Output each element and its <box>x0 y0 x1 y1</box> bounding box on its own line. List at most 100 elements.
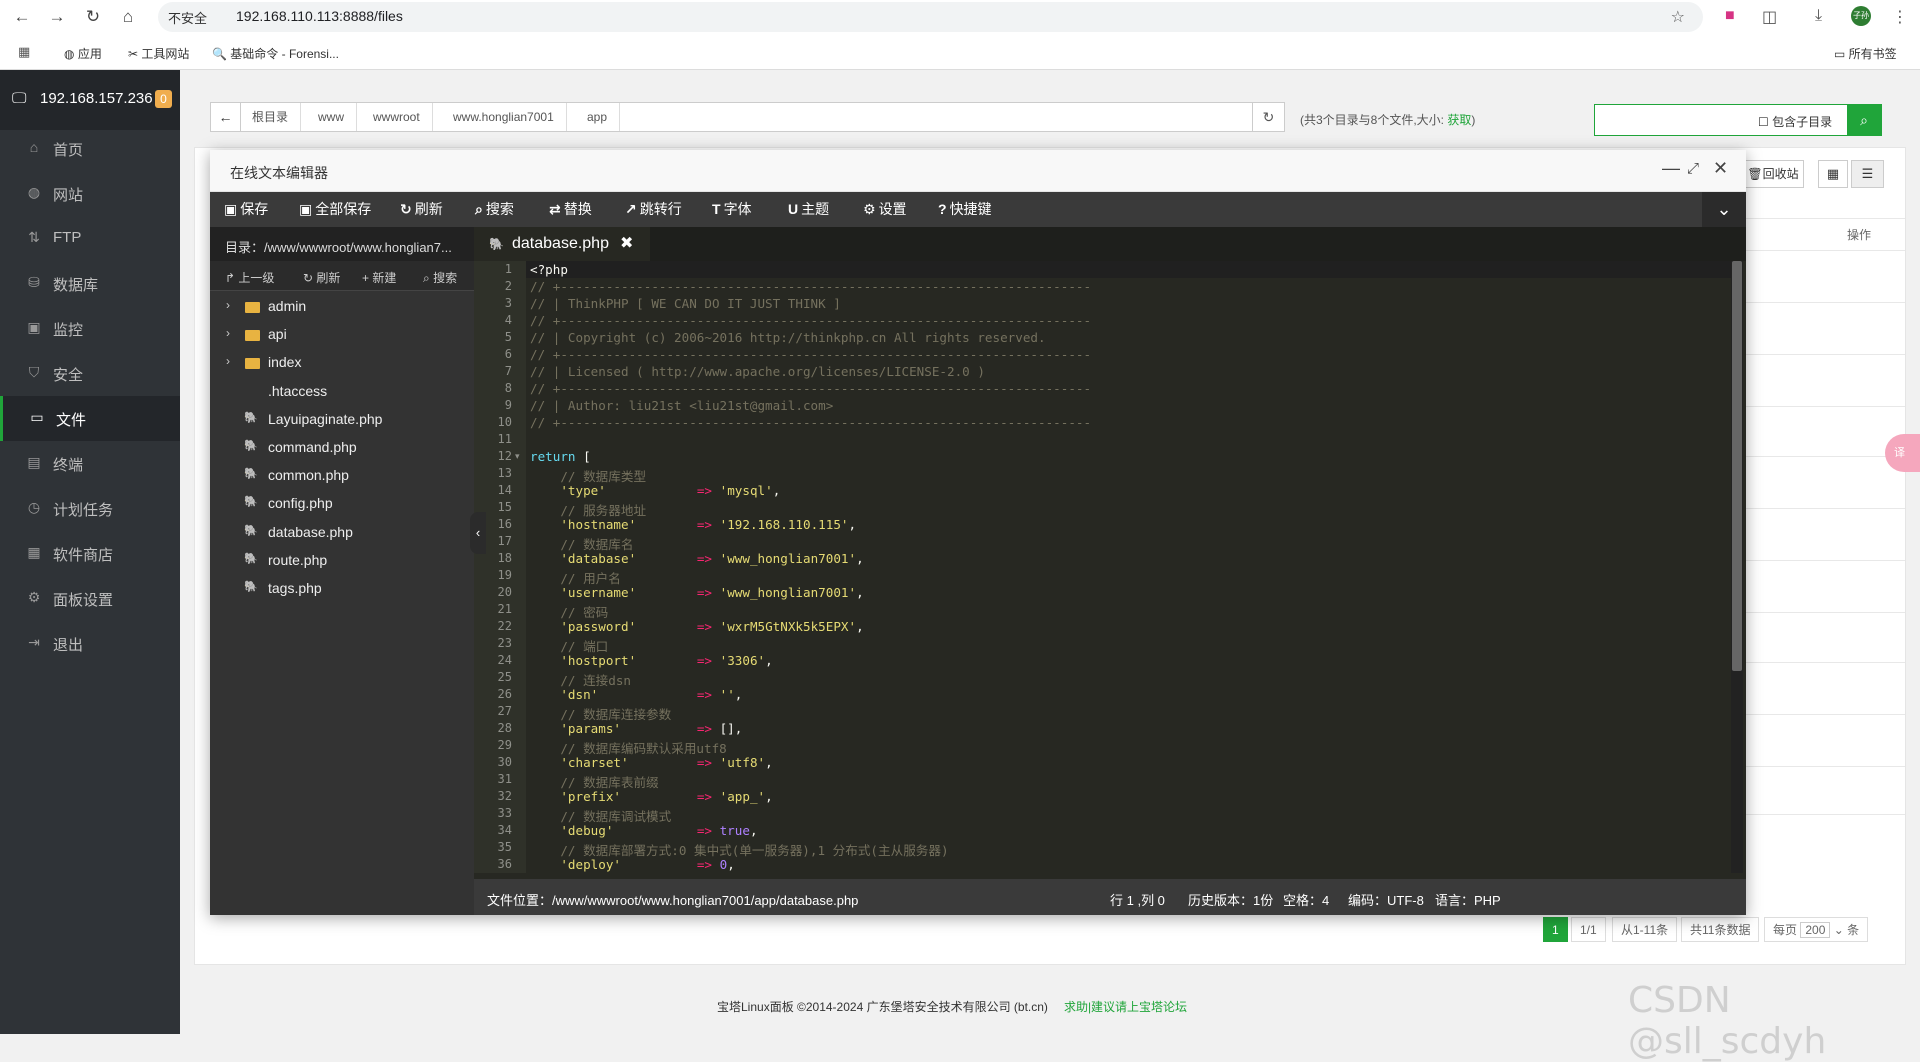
list-view-icon[interactable]: ☰ <box>1851 160 1884 188</box>
back-icon[interactable]: ← <box>10 6 34 28</box>
tree-new-button[interactable]: + 新建 <box>362 269 396 286</box>
file-search-box[interactable]: ☐ 包含子目录 ⌕ <box>1594 104 1882 136</box>
refresh-button[interactable]: ↻ 刷新 <box>400 192 443 227</box>
sidebar-item-database[interactable]: ⛁ 数据库 <box>0 261 180 306</box>
include-subdir-checkbox[interactable]: ☐ 包含子目录 <box>1758 113 1832 130</box>
scrollbar-thumb[interactable] <box>1732 261 1742 671</box>
download-icon[interactable]: ⤓ <box>1815 7 1822 25</box>
close-icon[interactable]: ✕ <box>1713 158 1728 179</box>
per-page-value[interactable]: 200 <box>1800 922 1831 938</box>
breadcrumb-root[interactable]: 根目录 <box>242 103 302 131</box>
tree-node[interactable]: 🐘 common.php <box>210 462 474 490</box>
star-icon[interactable]: ☆ <box>1671 7 1685 27</box>
save-button[interactable]: ▣ 保存 <box>224 192 268 227</box>
shortcuts-button[interactable]: ? 快捷键 <box>938 192 992 227</box>
forum-link[interactable]: 求助|建议请上宝塔论坛 <box>1064 1000 1187 1014</box>
search-button[interactable]: ⌕ 搜索 <box>475 192 514 227</box>
extension-icon[interactable]: ■ <box>1725 7 1735 25</box>
editor-toolbar: ▣ 保存 ▣ 全部保存 ↻ 刷新 ⌕ 搜索 ⇄ 替换 ↗ 跳转行 T 字体 U 主题 ⚙ 设置 ?… <box>210 192 1746 227</box>
sidebar-item-cron[interactable]: ◷ 计划任务 <box>0 486 180 531</box>
history-versions[interactable]: 历史版本：1份 <box>1188 890 1273 909</box>
floating-translate-tab[interactable]: 译 <box>1885 434 1920 472</box>
theme-button[interactable]: U 主题 <box>788 192 829 227</box>
sidebar-item-logout[interactable]: ⇥ 退出 <box>0 621 180 666</box>
per-page-selector[interactable]: 每页 200 ⌄ 条 <box>1764 917 1869 942</box>
font-button[interactable]: T 字体 <box>712 192 752 227</box>
tree-node[interactable]: › index <box>210 349 474 377</box>
notification-badge[interactable]: 0 <box>155 90 172 108</box>
line-number: 12 <box>497 449 512 463</box>
encoding[interactable]: 编码：UTF-8 <box>1348 890 1424 909</box>
minimize-icon[interactable]: — <box>1662 158 1680 179</box>
all-bookmarks[interactable]: ▭ 所有书签 <box>1834 45 1897 62</box>
apps-grid-icon[interactable]: ▦ <box>18 44 30 60</box>
goto-line-button[interactable]: ↗ 跳转行 <box>625 192 682 227</box>
recycle-bin-button[interactable]: 🗑回收站 <box>1742 160 1804 188</box>
home-icon[interactable]: ⌂ <box>116 6 140 28</box>
tree-search-button[interactable]: ⌕ 搜索 <box>423 269 457 286</box>
profile-avatar[interactable]: 子孙 <box>1851 6 1871 26</box>
reload-icon[interactable]: ↻ <box>81 6 105 28</box>
code-line: // +------------------------------------… <box>530 279 1092 294</box>
code-area[interactable]: 1 2 3 4 5 6 7 8 9 10 11 12 ▾ 13 14 15 16 17 18 19 20 21 22 23 24… <box>474 261 1746 873</box>
grid-view-icon[interactable]: ▦ <box>1818 160 1848 188</box>
page-current[interactable]: 1 <box>1543 917 1568 942</box>
sidebar-item-settings[interactable]: ⚙ 面板设置 <box>0 576 180 621</box>
bookmark-tools[interactable]: ✂ 工具网站 <box>128 45 189 62</box>
indent-setting[interactable]: 空格：4 <box>1283 890 1329 909</box>
insecure-label[interactable]: 不安全 <box>168 8 207 27</box>
bookmark-commands[interactable]: 🔍 基础命令 - Forensi... <box>212 45 339 62</box>
sidebar-item-store[interactable]: ▦ 软件商店 <box>0 531 180 576</box>
refresh-icon[interactable]: ↻ <box>1252 102 1285 132</box>
back-arrow-icon[interactable]: ← <box>211 103 241 131</box>
bookmark-apps[interactable]: ◍ 应用 <box>64 45 102 62</box>
line-number: 9 <box>504 398 512 412</box>
settings-button[interactable]: ⚙ 设置 <box>863 192 907 227</box>
collapse-tree-handle[interactable]: ‹ <box>470 512 486 554</box>
tree-node[interactable]: .htaccess <box>210 378 474 406</box>
tree-node[interactable]: 🐘 route.php <box>210 547 474 575</box>
tree-node[interactable]: 🐘 Layuipaginate.php <box>210 406 474 434</box>
chevron-right-icon[interactable]: › <box>226 298 230 312</box>
sidebar-item-monitor[interactable]: ▣ 监控 <box>0 306 180 351</box>
sidebar-item-security[interactable]: ⛉ 安全 <box>0 351 180 396</box>
address-bar[interactable]: 不安全 192.168.110.113:8888/files ☆ <box>158 2 1703 32</box>
scrollbar[interactable] <box>1731 261 1743 873</box>
tree-node[interactable]: › api <box>210 321 474 349</box>
chevron-right-icon[interactable]: › <box>226 326 230 340</box>
sidebar-item-files[interactable]: ▭ 文件 <box>0 396 180 441</box>
path-bar[interactable]: ← 根目录 www wwwroot www.honglian7001 app <box>210 102 1253 132</box>
url-text[interactable]: 192.168.110.113:8888/files <box>236 8 403 24</box>
tree-node[interactable]: 🐘 config.php <box>210 490 474 518</box>
tree-node[interactable]: 🐘 command.php <box>210 434 474 462</box>
search-icon[interactable]: ⌕ <box>1847 105 1881 135</box>
puzzle-icon[interactable]: ◫ <box>1762 7 1777 27</box>
home-icon: ⌂ <box>29 139 39 155</box>
sidebar-item-terminal[interactable]: ▤ 终端 <box>0 441 180 486</box>
breadcrumb-www[interactable]: www <box>308 103 357 131</box>
breadcrumb-site[interactable]: www.honglian7001 <box>443 103 567 131</box>
tab-database-php[interactable]: 🐘 database.php ✖ <box>474 227 650 261</box>
tree-node[interactable]: 🐘 database.php <box>210 519 474 547</box>
breadcrumb-wwwroot[interactable]: wwwroot <box>363 103 433 131</box>
sidebar-item-website[interactable]: ◍ 网站 <box>0 171 180 216</box>
chevron-down-icon[interactable]: ⌄ <box>1702 192 1746 227</box>
menu-icon[interactable]: ⋮ <box>1892 7 1908 27</box>
tree-refresh-button[interactable]: ↻ 刷新 <box>303 269 340 286</box>
replace-button[interactable]: ⇄ 替换 <box>549 192 592 227</box>
get-size-link[interactable]: 获取 <box>1447 113 1471 127</box>
sidebar-item-ftp[interactable]: ⇅ FTP <box>0 216 180 261</box>
sidebar-item-home[interactable]: ⌂ 首页 <box>0 126 180 171</box>
save-all-button[interactable]: ▣ 全部保存 <box>299 192 371 227</box>
tree-node[interactable]: 🐘 tags.php <box>210 575 474 603</box>
tree-node[interactable]: › admin <box>210 293 474 321</box>
tree-up-button[interactable]: ↱ 上一级 <box>225 269 274 286</box>
language[interactable]: 语言：PHP <box>1435 890 1501 909</box>
tree-action-label: 上一级 <box>238 271 275 285</box>
breadcrumb-app[interactable]: app <box>577 103 621 131</box>
chevron-right-icon[interactable]: › <box>226 354 230 368</box>
forward-icon[interactable]: → <box>45 6 69 28</box>
close-tab-icon[interactable]: ✖ <box>620 233 633 253</box>
fold-arrow-icon[interactable]: ▾ <box>515 451 520 462</box>
maximize-icon[interactable]: ⤢ <box>1687 160 1699 177</box>
